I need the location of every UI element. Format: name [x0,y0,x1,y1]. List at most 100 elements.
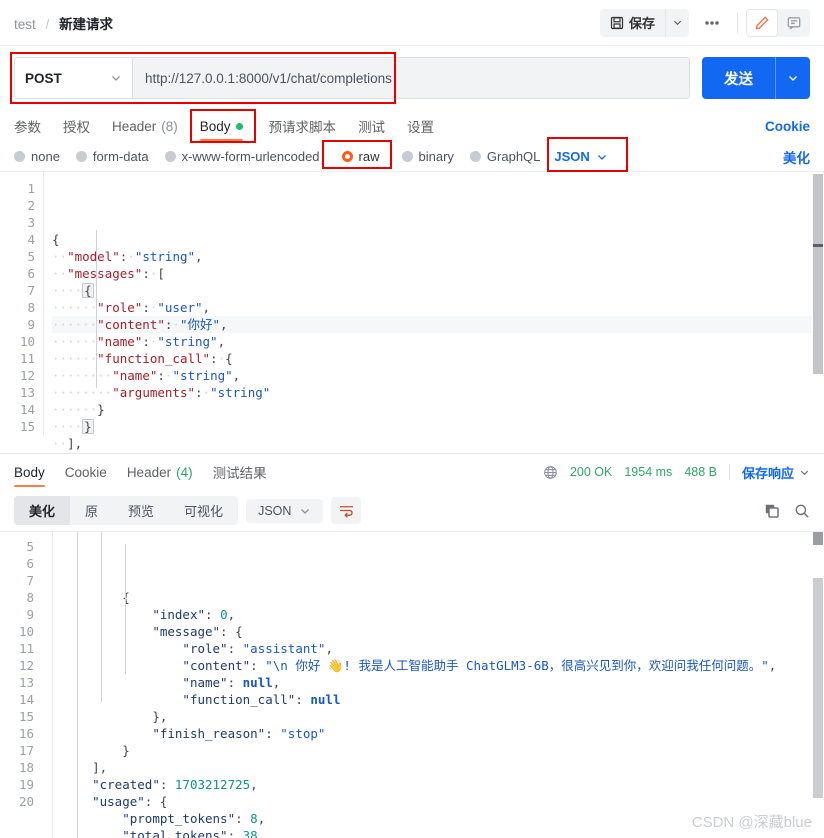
response-tab-cookie[interactable]: Cookie [65,456,107,488]
line-number: 6 [27,266,35,281]
radio-binary[interactable]: binary [401,149,454,164]
search-icon[interactable] [794,503,810,519]
tab-label: 授权 [63,120,90,135]
chevron-down-icon [597,154,606,160]
http-method-select[interactable]: POST [14,57,132,99]
line-number: 15 [19,419,35,434]
response-tab-body[interactable]: Body [14,456,45,488]
response-body-editor[interactable]: 5 6 7 8 9 10 11 12 13 14 15 16 17 18 19 20 { "index": 0… [0,531,824,838]
word-wrap-button[interactable] [331,497,362,524]
line-number: 12 [18,658,34,673]
line-number: 6 [26,556,34,571]
code-line: "name": null, [182,675,281,690]
response-scrollbar-marker-top [813,532,823,545]
request-scrollbar-thumb[interactable] [813,174,823,374]
code-line: "message": { [152,624,243,639]
view-mode-visualize[interactable]: 可视化 [169,496,238,525]
tab-body[interactable]: Body [199,110,243,142]
tab-label: 设置 [407,120,435,135]
cookie-link[interactable]: Cookie [765,119,810,134]
request-code: 1 2 3 4 5 6 7 8 9 10 11 12 13 14 15 {··"model":·"strin… [0,172,824,453]
save-response-button[interactable]: 保存响应 [742,463,810,482]
breadcrumb: test / 新建请求 [14,13,113,33]
tab-pre-request-script[interactable]: 预请求脚本 [269,110,337,142]
code-line: ····{ [52,283,94,298]
request-code-lines: {··"model":·"string", ··"messages":·[····… [0,223,824,453]
tab-params[interactable]: 参数 [14,110,41,142]
radio-raw[interactable]: raw [341,149,380,164]
copy-icon[interactable] [764,503,780,519]
save-button[interactable]: 保存 [599,8,665,37]
code-line: ], [92,760,108,775]
view-mode-beautify[interactable]: 美化 [14,496,71,525]
send-button[interactable]: 发送 [702,57,810,99]
tab-auth[interactable]: 授权 [63,110,90,142]
line-number: 14 [18,692,34,707]
code-line: "usage": { [92,794,168,809]
response-tab-test-result[interactable]: 测试结果 [213,456,267,488]
toolbar-divider [737,11,738,34]
response-tab-header[interactable]: Header (4) [127,456,193,488]
save-dropdown-button[interactable] [665,8,689,37]
code-line: ··"model":·"string", [52,249,203,264]
code-line: { [52,232,60,247]
indent-guide-1 [96,230,97,388]
radio-label: form-data [92,149,149,164]
line-number: 5 [27,249,35,264]
request-scrollbar-marker [813,244,823,247]
pencil-icon [755,15,769,30]
code-line: ····} [52,419,94,434]
response-format-select[interactable]: JSON [246,498,324,523]
line-number: 9 [26,607,34,622]
word-wrap-icon [339,506,353,518]
line-number: 4 [27,232,35,247]
save-icon [610,16,624,30]
doc-mode-button[interactable] [778,9,810,37]
code-line: ······"role":·"user", [52,300,211,315]
request-scrollbar[interactable] [812,172,824,453]
edit-mode-button[interactable] [746,8,778,37]
code-line: "role": "assistant", [182,641,333,656]
breadcrumb-parent[interactable]: test [14,17,36,32]
tab-label: Header [126,464,172,480]
code-line: "content": "\n 你好 👋! 我是人工智能助手 ChatGLM3-6… [182,658,777,673]
tab-label: Header [112,118,157,134]
line-number: 7 [26,573,34,588]
status-code: 200 OK [569,465,613,479]
tab-header[interactable]: Header (8) [112,110,178,142]
line-number: 7 [27,283,35,298]
response-format-value: JSON [258,503,292,518]
line-number: 3 [27,215,35,230]
raw-format-select[interactable]: JSON [554,149,607,164]
tab-settings[interactable]: 设置 [407,110,434,142]
code-line: }, [152,709,168,724]
response-scrollbar[interactable] [812,532,824,838]
tab-test[interactable]: 测试 [358,110,385,142]
view-mode-preview[interactable]: 预览 [113,496,169,525]
radio-label: binary [418,149,454,164]
api-client-window: test / 新建请求 保存 POST http://127.0.0.1:800… [0,0,824,838]
response-code-lines: { "index": 0, "message": { "role": "assi… [0,583,824,838]
beautify-link[interactable]: 美化 [783,147,810,167]
more-options-button[interactable] [695,9,729,37]
radio-x-www-form-urlencoded[interactable]: x-www-form-urlencoded [164,149,320,164]
view-mode-raw[interactable]: 原 [70,496,113,525]
radio-form-data[interactable]: form-data [75,149,149,164]
radio-label: GraphQL [486,149,541,164]
url-input[interactable]: http://127.0.0.1:8000/v1/chat/completion… [132,57,690,99]
line-number: 8 [26,590,34,605]
radio-graphql[interactable]: GraphQL [469,149,541,164]
tab-label: 参数 [14,120,41,135]
url-input-value: http://127.0.0.1:8000/v1/chat/completion… [145,70,392,86]
response-scrollbar-thumb[interactable] [813,578,823,798]
send-dropdown-button[interactable] [776,72,810,84]
line-number: 2 [27,198,35,213]
radio-dot-icon [341,151,353,162]
radio-dot-icon [75,151,87,162]
radio-dot-icon [469,151,481,162]
request-body-editor[interactable]: 1 2 3 4 5 6 7 8 9 10 11 12 13 14 15 {··"model":·"strin… [0,172,824,454]
radio-none[interactable]: none [14,149,60,164]
tab-label: Cookie [64,464,107,480]
code-line: "finish_reason": "stop" [152,726,326,741]
save-response-label: 保存响应 [741,465,794,481]
